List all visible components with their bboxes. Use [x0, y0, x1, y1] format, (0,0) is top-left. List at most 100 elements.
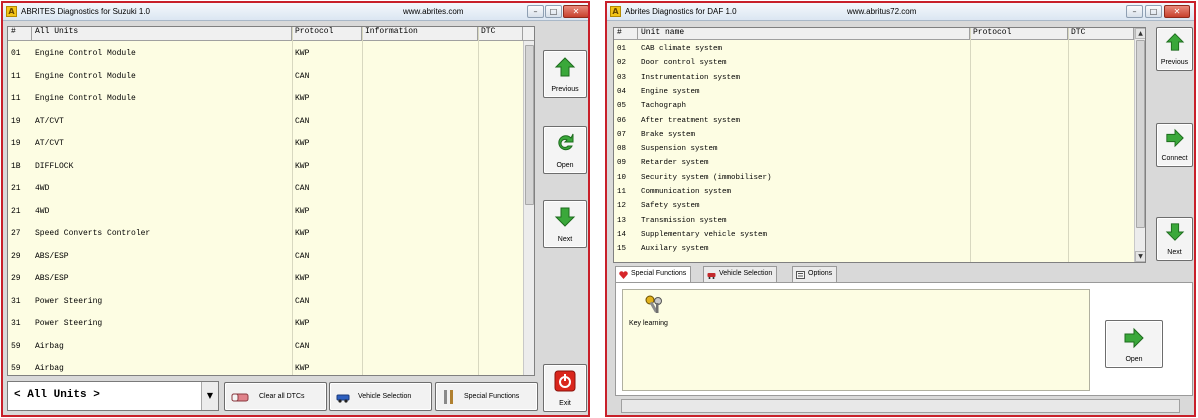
column-header-dtc[interactable]: DTC [478, 27, 523, 40]
next-button[interactable]: Next [1156, 217, 1193, 261]
next-button[interactable]: Next [543, 200, 587, 248]
arrow-down-icon [554, 207, 576, 227]
cell-name: Engine Control Module [35, 94, 136, 103]
window-title: Abrites Diagnostics for DAF 1.0 [625, 7, 737, 16]
column-header-protocol[interactable]: Protocol [970, 28, 1068, 39]
cell-name: Transmission system [641, 216, 727, 225]
scroll-up-arrow[interactable]: ▲ [1135, 28, 1145, 39]
cell-num: 15 [617, 245, 627, 254]
cell-num: 07 [617, 130, 627, 139]
minimize-button[interactable]: – [527, 5, 544, 18]
previous-button[interactable]: Previous [1156, 27, 1193, 71]
exit-button[interactable]: Exit [543, 364, 587, 412]
key-learning-label: Key learning [629, 320, 668, 327]
table-row[interactable]: 19 AT/CVT KWP [8, 133, 523, 156]
cell-num: 29 [11, 251, 21, 261]
table-row[interactable]: 29 ABS/ESP CAN [8, 246, 523, 269]
window-title: ABRITES Diagnostics for Suzuki 1.0 [21, 7, 150, 16]
table-row[interactable]: 11 Engine Control Module CAN [8, 66, 523, 89]
table-row[interactable]: 09 Retarder system [614, 156, 1134, 170]
table-row[interactable]: 07 Brake system [614, 128, 1134, 142]
connect-button[interactable]: Connect [1156, 123, 1193, 167]
table-row[interactable]: 59 Airbag KWP [8, 358, 523, 375]
table-row[interactable]: 11 Communication system [614, 185, 1134, 199]
table-row[interactable]: 29 ABS/ESP KWP [8, 268, 523, 291]
table-row[interactable]: 31 Power Steering CAN [8, 291, 523, 314]
car-icon [707, 273, 716, 279]
heart-icon [619, 271, 628, 279]
chevron-down-icon[interactable]: ▼ [201, 382, 218, 410]
title-bar[interactable]: A Abrites Diagnostics for DAF 1.0 www.ab… [607, 3, 1194, 21]
units-list[interactable]: # All Units Protocol Information DTC 01 E… [7, 26, 535, 376]
table-row[interactable]: 02 Door control system [614, 56, 1134, 70]
table-row[interactable]: 15 Auxilary system [614, 242, 1134, 256]
list-scrollbar[interactable] [523, 41, 534, 375]
cell-num: 01 [617, 45, 627, 53]
list-scrollbar[interactable]: ▲ ▼ [1134, 28, 1145, 262]
column-header-unit-name[interactable]: Unit name [638, 28, 970, 39]
table-row[interactable]: 59 Airbag CAN [8, 336, 523, 359]
cell-name: Door control system [641, 59, 727, 68]
units-filter-dropdown[interactable]: < All Units > ▼ [7, 381, 219, 411]
table-row[interactable]: 12 Safety system [614, 199, 1134, 213]
table-row[interactable]: 06 After treatment system [614, 114, 1134, 128]
cell-num: 19 [11, 116, 21, 126]
table-row[interactable]: 1B DIFFLOCK KWP [8, 156, 523, 179]
column-header-number[interactable]: # [614, 28, 638, 39]
column-header-protocol[interactable]: Protocol [292, 27, 362, 40]
table-row[interactable]: 04 Engine system [614, 85, 1134, 99]
open-button[interactable]: Open [543, 126, 587, 174]
cell-num: 11 [617, 188, 627, 196]
maximize-button[interactable]: □ [1145, 5, 1162, 18]
maximize-button[interactable]: □ [545, 5, 562, 18]
tab-options[interactable]: Options [792, 266, 838, 282]
cell-name: CAB climate system [641, 45, 723, 53]
table-row[interactable]: 10 Security system (immobiliser) [614, 171, 1134, 185]
table-row[interactable]: 05 Tachograph [614, 99, 1134, 113]
cell-name: Power Steering [35, 319, 103, 328]
close-button[interactable]: ✕ [563, 5, 588, 18]
cell-name: Instrumentation system [641, 73, 741, 82]
table-row[interactable]: 21 4WD CAN [8, 178, 523, 201]
scrollbar-thumb[interactable] [1136, 40, 1145, 228]
table-row[interactable]: 19 AT/CVT CAN [8, 111, 523, 134]
special-functions-button[interactable]: Special Functions [435, 382, 538, 411]
table-row[interactable]: 01 CAB climate system [614, 42, 1134, 56]
clear-dtcs-button[interactable]: Clear all DTCs [224, 382, 327, 411]
connect-label: Connect [1161, 155, 1188, 162]
cell-num: 11 [11, 94, 21, 103]
key-learning-item[interactable]: Key learning [629, 294, 681, 334]
scrollbar-thumb[interactable] [525, 45, 534, 205]
open-button[interactable]: Open [1105, 320, 1163, 368]
units-list[interactable]: # Unit name Protocol DTC 01 CAB climate s… [613, 27, 1146, 263]
tab-vehicle-selection[interactable]: Vehicle Selection [703, 266, 778, 282]
tab-special-functions-label: Special Functions [631, 270, 687, 277]
tab-options-label: Options [808, 270, 833, 277]
table-row[interactable]: 03 Instrumentation system [614, 71, 1134, 85]
function-tabs: Special Functions Vehicle Selection Opti… [615, 266, 915, 283]
table-row[interactable]: 31 Power Steering KWP [8, 313, 523, 336]
table-row[interactable]: 13 Transmission system [614, 214, 1134, 228]
table-row[interactable]: 11 Engine Control Module KWP [8, 88, 523, 111]
table-row[interactable]: 14 Supplementary vehicle system [614, 228, 1134, 242]
table-row[interactable]: 01 Engine Control Module KWP [8, 43, 523, 66]
title-bar[interactable]: A ABRITES Diagnostics for Suzuki 1.0 www… [3, 3, 588, 21]
column-header-dtc[interactable]: DTC [1068, 28, 1134, 39]
cell-name: Brake system [641, 130, 696, 139]
column-header-number[interactable]: # [8, 27, 32, 40]
cell-name: ABS/ESP [35, 274, 69, 283]
column-header-all-units[interactable]: All Units [32, 27, 292, 40]
previous-button[interactable]: Previous [543, 50, 587, 98]
vehicle-selection-button[interactable]: Vehicle Selection [329, 382, 432, 411]
minimize-button[interactable]: – [1126, 5, 1143, 18]
close-button[interactable]: ✕ [1164, 5, 1190, 18]
scroll-down-arrow[interactable]: ▼ [1135, 251, 1145, 262]
table-row[interactable]: 27 Speed Converts Controler KWP [8, 223, 523, 246]
cell-protocol: KWP [295, 49, 310, 58]
cell-name: AT/CVT [35, 139, 64, 148]
table-row[interactable]: 08 Suspension system [614, 142, 1134, 156]
cell-num: 19 [11, 139, 21, 148]
table-row[interactable]: 21 4WD KWP [8, 201, 523, 224]
tab-special-functions[interactable]: Special Functions [615, 266, 692, 283]
column-header-information[interactable]: Information [362, 27, 478, 40]
